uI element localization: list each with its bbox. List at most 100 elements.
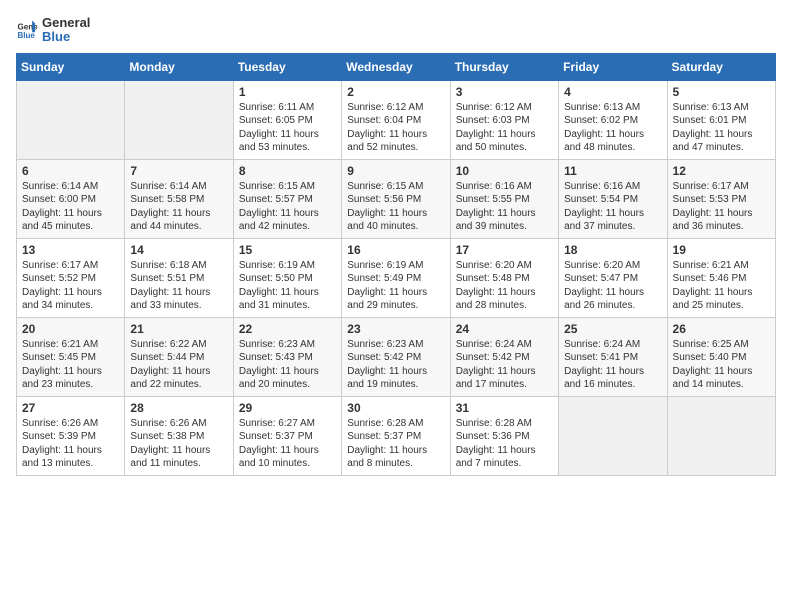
logo-general: General [42,16,90,30]
day-number: 7 [130,164,227,178]
day-number: 16 [347,243,444,257]
cell-text: Sunrise: 6:15 AMSunset: 5:57 PMDaylight:… [239,180,336,234]
cell-text: Sunrise: 6:23 AMSunset: 5:43 PMDaylight:… [239,338,336,392]
calendar-cell: 25 Sunrise: 6:24 AMSunset: 5:41 PMDayligh… [559,317,667,396]
calendar-cell [559,396,667,475]
calendar-cell: 9 Sunrise: 6:15 AMSunset: 5:56 PMDaylight… [342,159,450,238]
cell-text: Sunrise: 6:23 AMSunset: 5:42 PMDaylight:… [347,338,444,392]
day-number: 25 [564,322,661,336]
column-header-saturday: Saturday [667,53,775,80]
cell-text: Sunrise: 6:11 AMSunset: 6:05 PMDaylight:… [239,101,336,155]
cell-text: Sunrise: 6:16 AMSunset: 5:55 PMDaylight:… [456,180,553,234]
calendar-cell: 1Sunrise: 6:11 AMSunset: 6:05 PMDaylight… [233,80,341,159]
calendar-cell: 19 Sunrise: 6:21 AMSunset: 5:46 PMDayligh… [667,238,775,317]
calendar-cell: 31Sunrise: 6:28 AMSunset: 5:36 PMDayligh… [450,396,558,475]
day-number: 17 [456,243,553,257]
calendar-cell: 6Sunrise: 6:14 AMSunset: 6:00 PMDaylight… [17,159,125,238]
calendar-cell: 4 Sunrise: 6:13 AMSunset: 6:02 PMDaylight… [559,80,667,159]
cell-text: Sunrise: 6:26 AMSunset: 5:39 PMDaylight:… [22,417,119,471]
week-row-4: 20Sunrise: 6:21 AMSunset: 5:45 PMDayligh… [17,317,776,396]
calendar-cell: 30Sunrise: 6:28 AMSunset: 5:37 PMDayligh… [342,396,450,475]
week-row-5: 27 Sunrise: 6:26 AMSunset: 5:39 PMDayligh… [17,396,776,475]
cell-text: Sunrise: 6:25 AMSunset: 5:40 PMDaylight:… [673,338,770,392]
page-container: General Blue General Blue SundayMondayTu… [0,0,792,486]
header: General Blue General Blue [16,16,776,45]
calendar-cell: 23 Sunrise: 6:23 AMSunset: 5:42 PMDayligh… [342,317,450,396]
day-number: 5 [673,85,770,99]
calendar-cell: 21 Sunrise: 6:22 AMSunset: 5:44 PMDayligh… [125,317,233,396]
day-number: 14 [130,243,227,257]
cell-text: Sunrise: 6:20 AMSunset: 5:48 PMDaylight:… [456,259,553,313]
calendar-cell [667,396,775,475]
calendar-cell: 7 Sunrise: 6:14 AMSunset: 5:58 PMDaylight… [125,159,233,238]
day-number: 4 [564,85,661,99]
cell-text: Sunrise: 6:15 AMSunset: 5:56 PMDaylight:… [347,180,444,234]
calendar-cell: 27 Sunrise: 6:26 AMSunset: 5:39 PMDayligh… [17,396,125,475]
calendar-cell: 24 Sunrise: 6:24 AMSunset: 5:42 PMDayligh… [450,317,558,396]
day-number: 13 [22,243,119,257]
column-header-sunday: Sunday [17,53,125,80]
cell-text: Sunrise: 6:18 AMSunset: 5:51 PMDaylight:… [130,259,227,313]
calendar-cell: 20Sunrise: 6:21 AMSunset: 5:45 PMDayligh… [17,317,125,396]
cell-text: Sunrise: 6:24 AMSunset: 5:42 PMDaylight:… [456,338,553,392]
day-number: 8 [239,164,336,178]
cell-text: Sunrise: 6:14 AMSunset: 5:58 PMDaylight:… [130,180,227,234]
calendar-cell: 12Sunrise: 6:17 AMSunset: 5:53 PMDayligh… [667,159,775,238]
calendar-cell: 28Sunrise: 6:26 AMSunset: 5:38 PMDayligh… [125,396,233,475]
day-number: 23 [347,322,444,336]
week-row-3: 13Sunrise: 6:17 AMSunset: 5:52 PMDayligh… [17,238,776,317]
calendar-cell: 26 Sunrise: 6:25 AMSunset: 5:40 PMDayligh… [667,317,775,396]
day-number: 24 [456,322,553,336]
day-number: 26 [673,322,770,336]
cell-text: Sunrise: 6:20 AMSunset: 5:47 PMDaylight:… [564,259,661,313]
column-header-thursday: Thursday [450,53,558,80]
calendar-cell: 18 Sunrise: 6:20 AMSunset: 5:47 PMDayligh… [559,238,667,317]
calendar-cell [17,80,125,159]
week-row-1: 1Sunrise: 6:11 AMSunset: 6:05 PMDaylight… [17,80,776,159]
day-number: 9 [347,164,444,178]
calendar-cell: 16 Sunrise: 6:19 AMSunset: 5:49 PMDayligh… [342,238,450,317]
column-header-friday: Friday [559,53,667,80]
cell-text: Sunrise: 6:22 AMSunset: 5:44 PMDaylight:… [130,338,227,392]
cell-text: Sunrise: 6:19 AMSunset: 5:49 PMDaylight:… [347,259,444,313]
week-row-2: 6Sunrise: 6:14 AMSunset: 6:00 PMDaylight… [17,159,776,238]
calendar-cell: 17 Sunrise: 6:20 AMSunset: 5:48 PMDayligh… [450,238,558,317]
logo-icon: General Blue [16,19,38,41]
day-number: 11 [564,164,661,178]
calendar-cell: 3Sunrise: 6:12 AMSunset: 6:03 PMDaylight… [450,80,558,159]
day-number: 22 [239,322,336,336]
calendar-cell: 2Sunrise: 6:12 AMSunset: 6:04 PMDaylight… [342,80,450,159]
calendar-header: SundayMondayTuesdayWednesdayThursdayFrid… [17,53,776,80]
day-number: 19 [673,243,770,257]
cell-text: Sunrise: 6:14 AMSunset: 6:00 PMDaylight:… [22,180,119,234]
day-number: 27 [22,401,119,415]
calendar-cell: 14 Sunrise: 6:18 AMSunset: 5:51 PMDayligh… [125,238,233,317]
calendar-cell: 11 Sunrise: 6:16 AMSunset: 5:54 PMDayligh… [559,159,667,238]
cell-text: Sunrise: 6:17 AMSunset: 5:53 PMDaylight:… [673,180,770,234]
column-header-wednesday: Wednesday [342,53,450,80]
cell-text: Sunrise: 6:21 AMSunset: 5:45 PMDaylight:… [22,338,119,392]
calendar-cell: 10Sunrise: 6:16 AMSunset: 5:55 PMDayligh… [450,159,558,238]
cell-text: Sunrise: 6:12 AMSunset: 6:04 PMDaylight:… [347,101,444,155]
cell-text: Sunrise: 6:12 AMSunset: 6:03 PMDaylight:… [456,101,553,155]
cell-text: Sunrise: 6:13 AMSunset: 6:01 PMDaylight:… [673,101,770,155]
cell-text: Sunrise: 6:24 AMSunset: 5:41 PMDaylight:… [564,338,661,392]
cell-text: Sunrise: 6:27 AMSunset: 5:37 PMDaylight:… [239,417,336,471]
cell-text: Sunrise: 6:16 AMSunset: 5:54 PMDaylight:… [564,180,661,234]
logo: General Blue General Blue [16,16,90,45]
header-row: SundayMondayTuesdayWednesdayThursdayFrid… [17,53,776,80]
calendar-table: SundayMondayTuesdayWednesdayThursdayFrid… [16,53,776,476]
cell-text: Sunrise: 6:13 AMSunset: 6:02 PMDaylight:… [564,101,661,155]
day-number: 21 [130,322,227,336]
calendar-cell: 13Sunrise: 6:17 AMSunset: 5:52 PMDayligh… [17,238,125,317]
cell-text: Sunrise: 6:19 AMSunset: 5:50 PMDaylight:… [239,259,336,313]
cell-text: Sunrise: 6:26 AMSunset: 5:38 PMDaylight:… [130,417,227,471]
day-number: 15 [239,243,336,257]
calendar-cell: 22 Sunrise: 6:23 AMSunset: 5:43 PMDayligh… [233,317,341,396]
logo-blue: Blue [42,30,90,44]
cell-text: Sunrise: 6:21 AMSunset: 5:46 PMDaylight:… [673,259,770,313]
calendar-body: 1Sunrise: 6:11 AMSunset: 6:05 PMDaylight… [17,80,776,475]
day-number: 18 [564,243,661,257]
calendar-cell: 8 Sunrise: 6:15 AMSunset: 5:57 PMDaylight… [233,159,341,238]
calendar-cell: 29Sunrise: 6:27 AMSunset: 5:37 PMDayligh… [233,396,341,475]
